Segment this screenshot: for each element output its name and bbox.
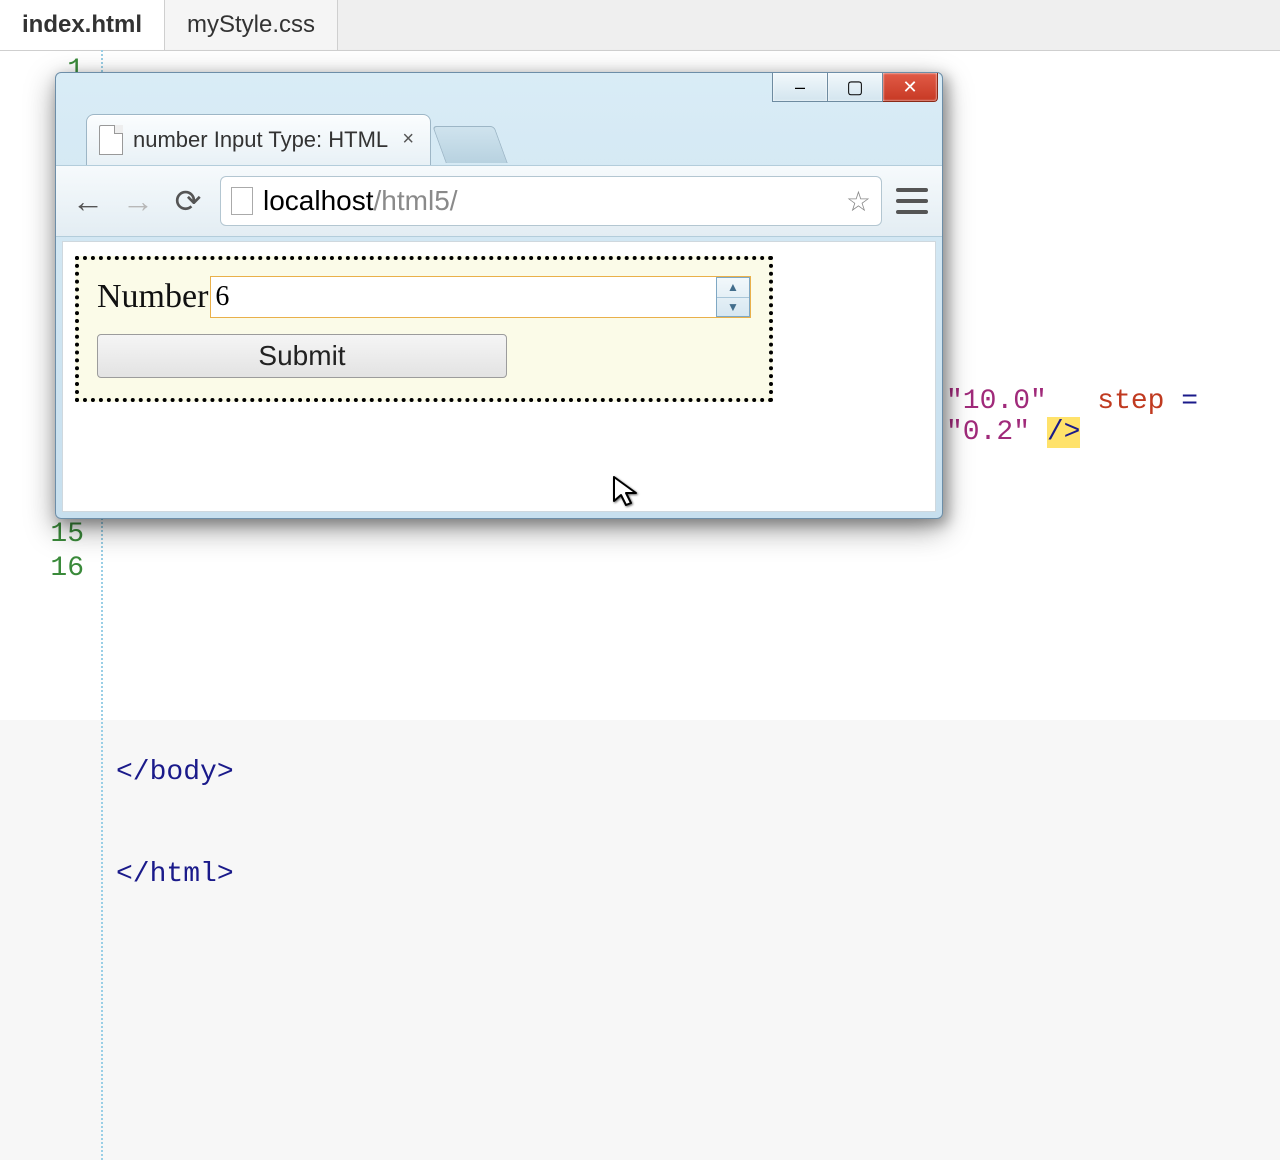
code-line: </body>	[100, 756, 1280, 790]
editor-tab-index-html[interactable]: index.html	[0, 0, 165, 50]
code-line: </html>	[100, 858, 1280, 892]
browser-tabstrip: number Input Type: HTML ×	[56, 113, 942, 165]
forward-icon[interactable]: →	[120, 183, 156, 220]
window-titlebar[interactable]: – ▢ ✕	[56, 73, 942, 113]
browser-tab-active[interactable]: number Input Type: HTML ×	[86, 114, 431, 165]
number-input[interactable]	[211, 277, 716, 317]
spinner-down-icon[interactable]: ▼	[717, 298, 749, 317]
page-icon	[231, 187, 253, 215]
mouse-cursor-icon	[612, 475, 640, 514]
browser-tab-title: number Input Type: HTML	[133, 127, 388, 153]
code-attr-name: step	[1097, 386, 1164, 417]
back-icon[interactable]: ←	[70, 183, 106, 220]
editor-tab-mystyle-css[interactable]: myStyle.css	[165, 0, 338, 50]
url-path: /html5/	[374, 185, 458, 216]
browser-viewport: Number ▲ ▼ Submit	[62, 241, 936, 512]
window-controls: – ▢ ✕	[772, 73, 938, 102]
minimize-button[interactable]: –	[772, 73, 828, 102]
code-attr-fragment: "10.0" step = "0.2" />	[946, 386, 1280, 448]
new-tab-button[interactable]	[432, 126, 507, 163]
code-tag-close: />	[1047, 417, 1081, 448]
code-attr-value: "0.2"	[946, 417, 1030, 448]
url-host: localhost	[263, 185, 374, 216]
browser-window: – ▢ ✕ number Input Type: HTML × ← → ⟳ lo…	[55, 72, 943, 519]
bookmark-star-icon[interactable]: ☆	[846, 185, 871, 218]
menu-icon[interactable]	[896, 188, 928, 214]
submit-button[interactable]: Submit	[97, 334, 507, 378]
browser-toolbar: ← → ⟳ localhost/html5/ ☆	[56, 165, 942, 237]
code-string-literal: "10.0"	[946, 386, 1047, 417]
line-number: 16	[50, 552, 90, 586]
spinner-up-icon[interactable]: ▲	[717, 278, 749, 298]
close-button[interactable]: ✕	[883, 73, 938, 102]
number-label: Number	[97, 278, 208, 316]
address-bar[interactable]: localhost/html5/ ☆	[220, 176, 882, 226]
number-spinner: ▲ ▼	[716, 277, 750, 317]
tab-close-icon[interactable]: ×	[398, 130, 418, 150]
editor-tabstrip: index.html myStyle.css	[0, 0, 1280, 51]
form-container: Number ▲ ▼ Submit	[75, 256, 773, 402]
page-icon	[99, 125, 123, 155]
reload-icon[interactable]: ⟳	[170, 182, 206, 220]
maximize-button[interactable]: ▢	[828, 73, 883, 102]
number-input-wrap: ▲ ▼	[210, 276, 751, 318]
